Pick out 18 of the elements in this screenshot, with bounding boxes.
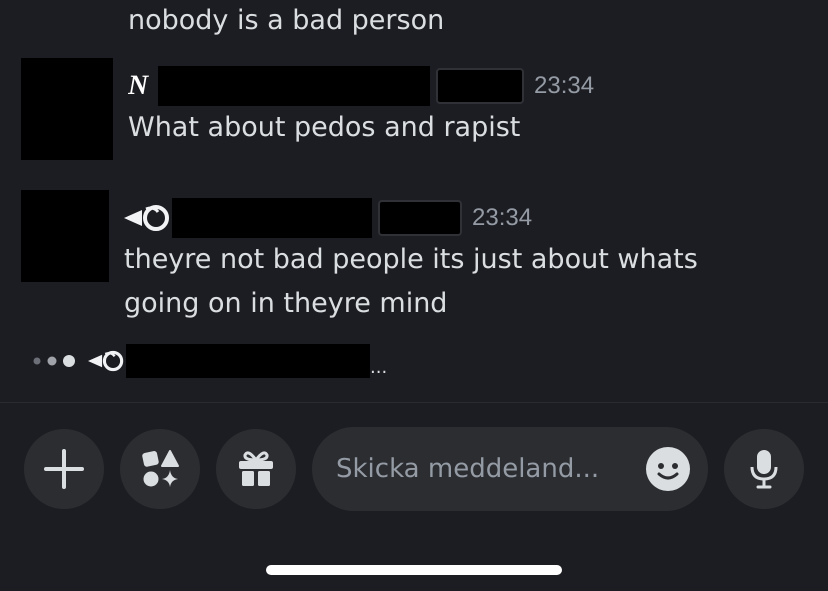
plus-icon: [44, 449, 84, 489]
gift-icon: [236, 449, 276, 489]
smiley-icon: [646, 447, 690, 491]
arrow-emblem-icon: [124, 204, 170, 232]
arrow-emblem-icon: [88, 350, 124, 372]
microphone-icon: [749, 449, 779, 489]
timestamp: 23:34: [534, 72, 594, 100]
timestamp: 23:34: [472, 204, 532, 232]
message-text: What about pedos and rapist: [128, 111, 522, 145]
typing-ellipsis: ...: [370, 357, 388, 378]
message-text: nobody is a bad person: [128, 4, 446, 38]
author-name: N: [128, 70, 150, 102]
shapes-icon: [140, 449, 180, 489]
emoji-button[interactable]: [646, 447, 690, 491]
message-field[interactable]: Skicka meddeland...: [312, 427, 708, 511]
typing-dots-icon: [32, 354, 76, 368]
message-text: going on in theyre mind: [124, 287, 448, 321]
message-text: theyre not bad people its just about whats: [124, 243, 698, 277]
